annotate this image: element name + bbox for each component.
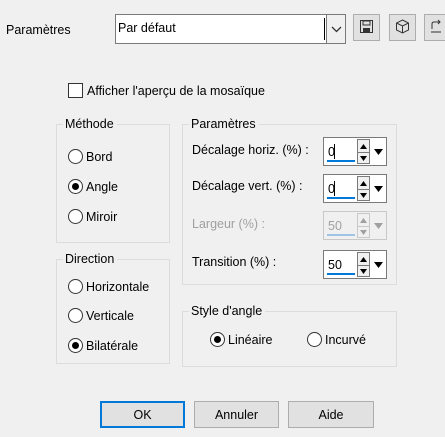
triangle-down-icon[interactable] (358, 265, 369, 277)
help-button[interactable]: Aide (288, 401, 374, 428)
direction-option-verticale[interactable]: Verticale (68, 308, 134, 323)
show-preview-checkbox-row[interactable]: Afficher l'aperçu de la mosaïque (68, 83, 265, 98)
radio-bilaterale[interactable] (68, 338, 83, 353)
direction-option-label: Verticale (86, 308, 134, 323)
params-title: Paramètres (189, 117, 259, 131)
triangle-up-icon[interactable] (358, 177, 369, 189)
preset-dropdown[interactable]: Par défaut (115, 14, 346, 44)
transition-label: Transition (%) : (192, 255, 277, 269)
h-offset-spinner[interactable]: 0 (323, 137, 387, 166)
direction-option-horizontale[interactable]: Horizontale (68, 279, 149, 294)
v-offset-stepper[interactable] (357, 176, 370, 201)
corner-option-incurve[interactable]: Incurvé (307, 332, 366, 347)
chevron-down-icon[interactable] (371, 176, 385, 201)
h-offset-stepper[interactable] (357, 139, 370, 164)
save-preset-button[interactable] (353, 14, 380, 41)
method-option-bord[interactable]: Bord (68, 149, 112, 164)
direction-option-label: Horizontale (86, 279, 150, 294)
radio-lineaire[interactable] (210, 332, 225, 347)
method-option-label: Bord (86, 149, 113, 164)
corner-option-lineaire[interactable]: Linéaire (210, 332, 272, 347)
radio-bord[interactable] (68, 149, 83, 164)
chevron-down-icon[interactable] (371, 139, 385, 164)
radio-incurve[interactable] (307, 332, 322, 347)
triangle-up-icon[interactable] (358, 140, 369, 152)
width-stepper (357, 213, 370, 238)
width-value: 50 (328, 219, 342, 233)
load-preset-button[interactable] (389, 14, 416, 41)
transition-spinner[interactable]: 50 (323, 250, 387, 279)
corner-style-group: Style d'angle Linéaire Incurvé (182, 304, 397, 367)
presets-label: Paramètres (6, 23, 71, 37)
chevron-down-icon[interactable] (326, 15, 345, 43)
triangle-up-icon (358, 214, 369, 226)
radio-horizontale[interactable] (68, 279, 83, 294)
radio-verticale[interactable] (68, 308, 83, 323)
method-option-miroir[interactable]: Miroir (68, 209, 117, 224)
preset-value: Par défaut (118, 21, 176, 35)
transition-stepper[interactable] (357, 252, 370, 277)
chevron-down-icon (371, 213, 385, 238)
corner-option-label: Linéaire (228, 332, 273, 347)
radio-miroir[interactable] (68, 209, 83, 224)
width-label: Largeur (%) : (192, 217, 265, 231)
method-title: Méthode (63, 117, 117, 131)
method-option-label: Angle (86, 179, 118, 194)
transition-value: 50 (328, 258, 342, 272)
triangle-down-icon[interactable] (358, 152, 369, 164)
method-option-angle[interactable]: Angle (68, 179, 118, 194)
v-offset-spinner[interactable]: 0 (323, 174, 387, 203)
focus-underline (327, 160, 355, 162)
reset-icon (428, 19, 443, 37)
direction-title: Direction (63, 252, 118, 266)
v-offset-label: Décalage vert. (%) : (192, 179, 303, 193)
triangle-up-icon[interactable] (358, 253, 369, 265)
chevron-down-icon[interactable] (371, 252, 385, 277)
preset-focus-line (324, 18, 325, 40)
width-spinner: 50 (323, 211, 387, 240)
corner-style-title: Style d'angle (189, 304, 266, 318)
save-icon (359, 19, 374, 37)
focus-underline (327, 234, 355, 236)
direction-option-bilaterale[interactable]: Bilatérale (68, 338, 138, 353)
params-group: Paramètres Décalage horiz. (%) : 0 Décal… (182, 117, 397, 285)
radio-angle[interactable] (68, 179, 83, 194)
ok-button[interactable]: OK (100, 401, 185, 428)
triangle-down-icon (358, 226, 369, 238)
direction-option-label: Bilatérale (86, 338, 139, 353)
method-option-label: Miroir (86, 209, 118, 224)
show-preview-checkbox[interactable] (68, 83, 83, 98)
show-preview-label: Afficher l'aperçu de la mosaïque (87, 83, 265, 98)
cube-icon (395, 18, 410, 37)
reset-preset-button[interactable] (424, 14, 445, 41)
direction-group: Direction Horizontale Verticale Bilatéra… (56, 252, 170, 364)
cancel-button[interactable]: Annuler (194, 401, 279, 428)
h-offset-label: Décalage horiz. (%) : (192, 143, 309, 157)
corner-option-label: Incurvé (325, 332, 366, 347)
triangle-down-icon[interactable] (358, 189, 369, 201)
text-caret (334, 144, 335, 159)
method-group: Méthode Bord Angle Miroir (56, 117, 170, 243)
text-caret (334, 181, 335, 196)
focus-underline (327, 273, 355, 275)
focus-underline (327, 197, 355, 199)
